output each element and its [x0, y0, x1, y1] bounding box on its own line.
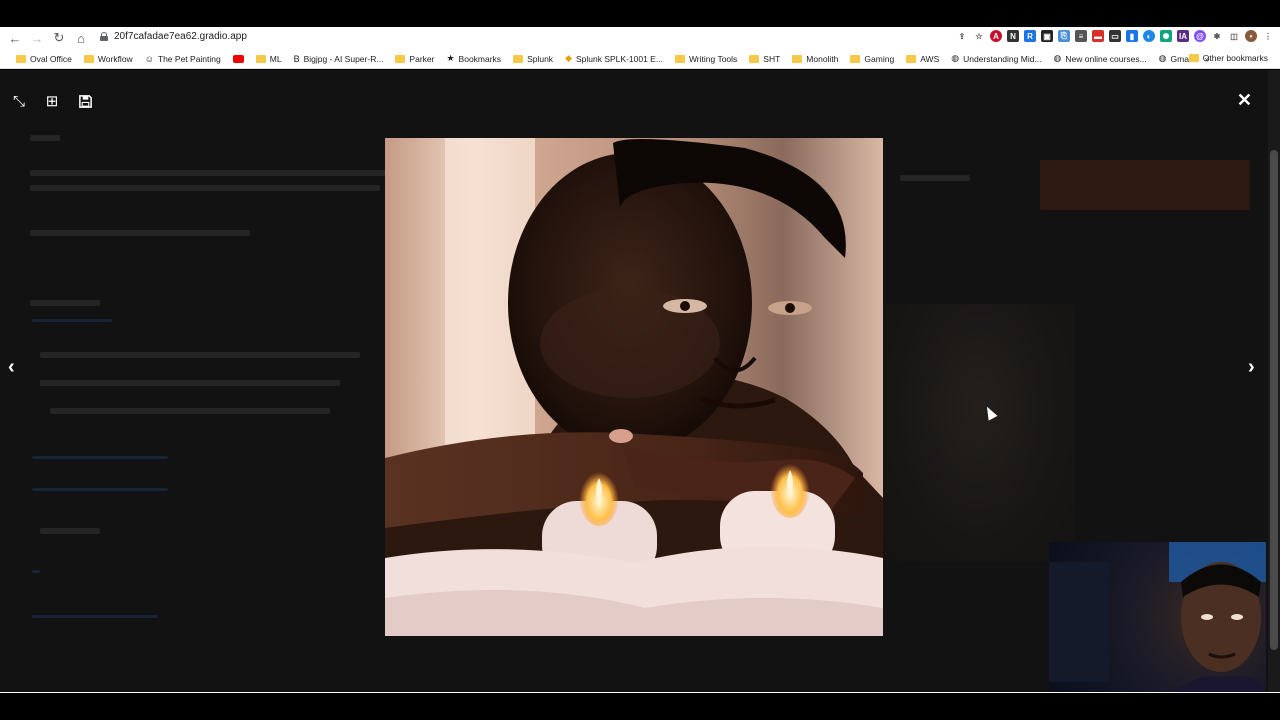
url-field[interactable]: 20f7cafadae7ea62.gradio.app [100, 31, 247, 42]
bookmark-splunk[interactable]: Splunk [507, 54, 559, 64]
extension-icon[interactable]: N [1007, 30, 1019, 42]
site-icon: B [293, 53, 300, 64]
extension-icon[interactable]: ▬ [1092, 30, 1104, 42]
site-icon: ◆ [565, 53, 572, 63]
bookmark-gaming[interactable]: Gaming [844, 54, 900, 64]
window-top-strip [0, 0, 1280, 27]
webcam-person-illustration [1049, 542, 1266, 707]
folder-icon [749, 54, 760, 63]
save-icon[interactable] [76, 92, 94, 110]
extension-icon[interactable]: ⎘ [1058, 30, 1070, 42]
bookmark-youtube[interactable] [227, 54, 250, 63]
bookmarks-bar: Oval Office Workflow ☺ The Pet Painting M… [0, 49, 1280, 69]
globe-icon: ◍ [1053, 53, 1062, 63]
home-icon[interactable]: ⌂ [70, 27, 92, 49]
minimize-icon[interactable]: ⤡ [10, 92, 28, 110]
folder-icon [792, 54, 803, 63]
folder-icon [906, 54, 917, 63]
bookmark-oval-office[interactable]: Oval Office [10, 54, 78, 64]
puzzle-icon[interactable]: ✱ [1211, 30, 1223, 42]
extensions-bar: ⇪ ☆ A N R ▣ ⎘ ≡ ▬ ▭ ▮ ◐ ✺ IA @ ✱ ◫ • ⋮ [956, 30, 1274, 42]
generated-image [385, 138, 883, 636]
bookmark-sht[interactable]: SHT [743, 54, 786, 64]
share-icon[interactable]: ⇪ [956, 30, 968, 42]
folder-icon [1188, 54, 1199, 62]
folder-icon [255, 54, 266, 63]
folder-icon [83, 54, 94, 63]
bookmark-parker[interactable]: Parker [389, 54, 440, 64]
url-text: 20f7cafadae7ea62.gradio.app [114, 31, 247, 42]
extension-icon[interactable]: ▮ [1126, 30, 1138, 42]
folder-icon [513, 54, 524, 63]
extension-icon[interactable]: ✺ [1160, 30, 1172, 42]
extension-icon[interactable]: ≡ [1075, 30, 1087, 42]
close-icon[interactable]: ✕ [1237, 90, 1252, 111]
extension-icon[interactable]: ▭ [1109, 30, 1121, 42]
bookmark-understanding-mid[interactable]: ◍ Understanding Mid... [945, 53, 1047, 64]
bookmark-writing-tools[interactable]: Writing Tools [669, 54, 743, 64]
folder-icon [850, 54, 861, 63]
bookmark-star-icon[interactable]: ☆ [973, 30, 985, 42]
extension-icon[interactable]: R [1024, 30, 1036, 42]
bookmark-pet-painting[interactable]: ☺ The Pet Painting [139, 54, 227, 64]
extension-icon[interactable]: ▣ [1041, 30, 1053, 42]
folder-icon [16, 54, 26, 63]
lightbox-toolbar: ⤡ ⊞ [10, 92, 94, 110]
sidebar-icon[interactable]: ◫ [1228, 30, 1240, 42]
bookmark-aws[interactable]: AWS [900, 54, 945, 64]
next-image-icon[interactable]: › [1248, 356, 1255, 379]
portrait-illustration [385, 138, 883, 636]
grid-icon[interactable]: ⊞ [43, 92, 61, 110]
scrollbar-thumb[interactable] [1270, 150, 1278, 650]
youtube-icon [232, 54, 244, 63]
folder-icon [674, 54, 685, 63]
page-scrollbar[interactable] [1268, 70, 1280, 692]
prev-image-icon[interactable]: ‹ [8, 356, 15, 379]
bookmark-bigjpg[interactable]: B Bigjpg - AI Super-R... [288, 54, 390, 64]
bookmark-bookmarks[interactable]: ★ Bookmarks [440, 53, 507, 64]
webcam-overlay [1049, 542, 1266, 707]
adblock-extension-icon[interactable]: A [990, 30, 1002, 42]
extension-icon[interactable]: @ [1194, 30, 1206, 42]
folder-icon [395, 54, 406, 63]
bookmark-workflow[interactable]: Workflow [78, 54, 139, 64]
site-icon: ☺ [144, 53, 154, 64]
extension-icon[interactable]: ◐ [1143, 30, 1155, 42]
bookmark-monolith[interactable]: Monolith [786, 54, 844, 64]
star-icon: ★ [446, 53, 455, 63]
back-icon[interactable]: ← [4, 27, 26, 49]
bookmark-splunk-exam[interactable]: ◆ Splunk SPLK-1001 E... [559, 53, 669, 64]
bookmark-ml[interactable]: ML [250, 54, 288, 64]
globe-icon: ◍ [1158, 53, 1167, 63]
menu-dots-icon[interactable]: ⋮ [1262, 30, 1274, 42]
reload-icon[interactable]: ↻ [48, 27, 70, 49]
globe-icon: ◍ [951, 53, 960, 63]
window-bottom-strip [0, 692, 1280, 720]
bookmark-other[interactable]: Other bookmarks [1183, 53, 1274, 63]
avatar[interactable]: • [1245, 30, 1257, 42]
background-thumbnail [883, 304, 1075, 562]
forward-icon[interactable]: → [26, 27, 48, 49]
extension-icon[interactable]: IA [1177, 30, 1189, 42]
address-bar: ← → ↻ ⌂ 20f7cafadae7ea62.gradio.app ⇪ ☆ … [0, 27, 1280, 49]
lock-icon [100, 32, 108, 41]
bookmark-new-courses[interactable]: ◍ New online courses... [1048, 53, 1153, 64]
